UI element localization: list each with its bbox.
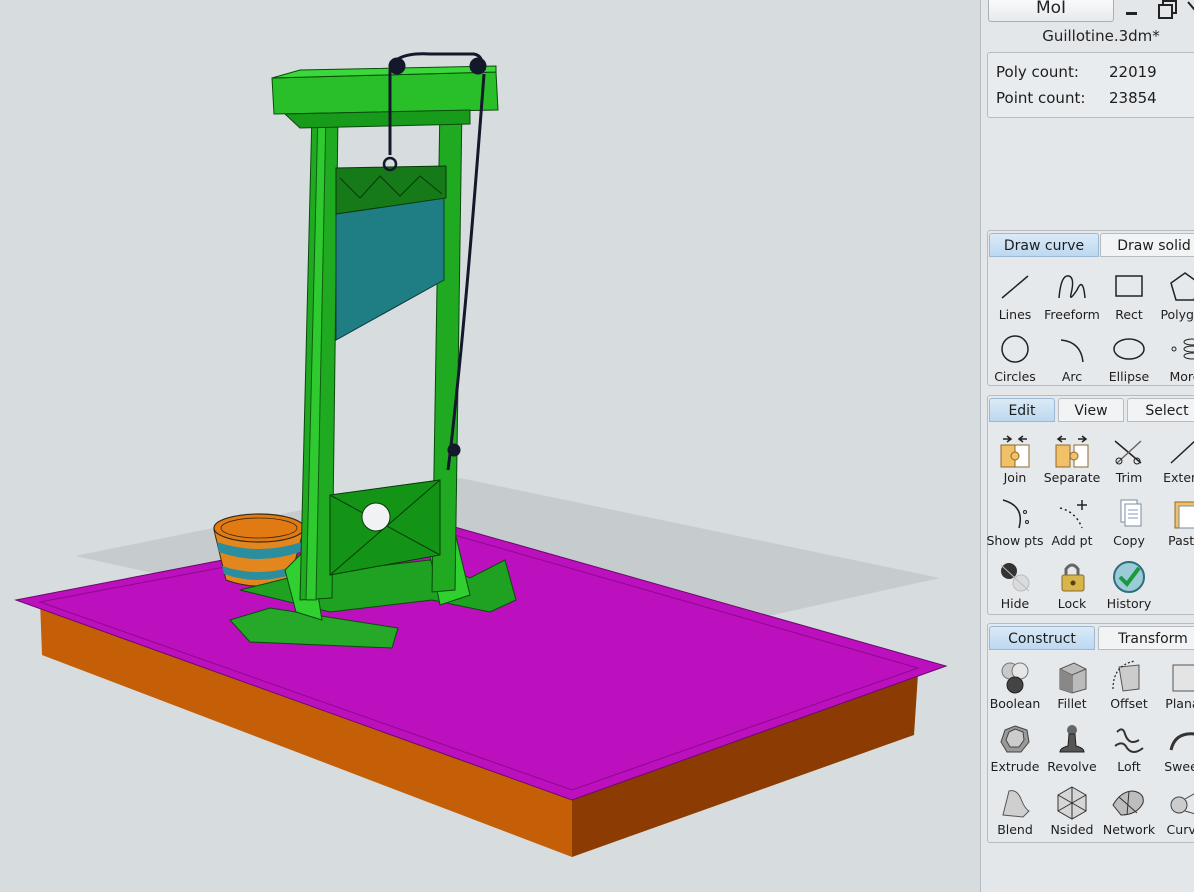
curve-icon	[1170, 793, 1194, 815]
3d-viewport[interactable]	[0, 0, 980, 892]
tool-label: Extend	[1163, 470, 1194, 485]
planar-icon	[1172, 664, 1194, 692]
blend-icon	[1002, 790, 1030, 818]
ellipse-icon	[1113, 338, 1145, 360]
tool-more[interactable]: More	[1156, 329, 1194, 391]
tool-label: Sweep	[1164, 759, 1194, 774]
rectangle-icon	[1115, 275, 1143, 297]
point-count-label: Point count:	[996, 89, 1086, 107]
lock-icon	[1061, 563, 1085, 592]
tool-extend[interactable]: Extend	[1156, 430, 1194, 492]
tool-add-pt[interactable]: Add pt	[1043, 493, 1101, 555]
join-icon	[1000, 435, 1030, 468]
boolean-icon	[1001, 662, 1029, 694]
tab-construct[interactable]: Construct	[989, 626, 1095, 650]
tool-show-pts[interactable]: Show pts	[986, 493, 1044, 555]
tool-polygon[interactable]: Polygon	[1156, 267, 1194, 329]
separate-icon	[1055, 435, 1089, 468]
tool-revolve[interactable]: Revolve	[1043, 719, 1101, 781]
more-shapes-icon	[1171, 338, 1194, 360]
tool-separate[interactable]: Separate	[1043, 430, 1101, 492]
tool-network[interactable]: Network	[1100, 782, 1158, 844]
history-icon	[1113, 561, 1145, 593]
file-name: Guillotine.3dm*	[1042, 27, 1160, 45]
construct-group: Construct Transform Boolean Fillet Offse…	[987, 623, 1194, 843]
circle-icon	[1001, 335, 1029, 363]
fillet-icon	[1059, 662, 1087, 694]
tool-curve[interactable]: Curve	[1156, 782, 1194, 844]
tab-draw-solid[interactable]: Draw solid	[1100, 233, 1194, 257]
point-count-value: 23854	[1109, 89, 1157, 107]
tab-transform[interactable]: Transform	[1098, 626, 1194, 650]
extend-icon	[1170, 440, 1194, 464]
guillotine-model	[14, 52, 948, 857]
tool-panel: MoI Guillotine.3dm* Poly count: 22019 Poi…	[980, 0, 1194, 892]
paste-icon	[1174, 501, 1194, 529]
tool-offset[interactable]: Offset	[1100, 656, 1158, 718]
poly-count-value: 22019	[1109, 63, 1157, 81]
network-icon	[1112, 790, 1144, 816]
tab-select[interactable]: Select	[1127, 398, 1194, 422]
tool-label: History	[1106, 596, 1152, 611]
revolve-icon	[1059, 725, 1085, 753]
tool-history[interactable]: History	[1100, 556, 1158, 618]
tool-sweep[interactable]: Sweep	[1156, 719, 1194, 781]
tool-lock[interactable]: Lock	[1043, 556, 1101, 618]
tool-boolean[interactable]: Boolean	[986, 656, 1044, 718]
stats-box: Poly count: 22019 Point count: 23854	[987, 52, 1194, 118]
add-point-icon	[1059, 500, 1087, 529]
polygon-icon	[1170, 272, 1194, 301]
draw-group: Draw curve Draw solid Lines Freeform Rec…	[987, 230, 1194, 386]
top-beam	[271, 65, 499, 129]
tool-label: Polygon	[1160, 307, 1194, 322]
tool-freeform[interactable]: Freeform	[1043, 267, 1101, 329]
line-icon	[1001, 275, 1029, 299]
tab-view[interactable]: View	[1058, 398, 1124, 422]
freeform-icon	[1058, 275, 1086, 299]
scissors-icon	[1114, 440, 1142, 465]
poly-count-row: Poly count: 22019	[996, 63, 1157, 81]
tab-draw-curve[interactable]: Draw curve	[989, 233, 1099, 257]
minimize-icon[interactable]	[1124, 0, 1140, 18]
tool-copy[interactable]: Copy	[1100, 493, 1158, 555]
tool-nsided[interactable]: Nsided	[1043, 782, 1101, 844]
loft-icon	[1114, 728, 1144, 753]
point-count-row: Point count: 23854	[996, 89, 1157, 107]
close-icon[interactable]	[1186, 0, 1194, 18]
hide-icon	[1000, 563, 1030, 592]
extrude-icon	[1000, 725, 1030, 753]
tab-edit[interactable]: Edit	[989, 398, 1055, 422]
offset-icon	[1112, 660, 1140, 692]
tool-join[interactable]: Join	[986, 430, 1044, 492]
tool-loft[interactable]: Loft	[1100, 719, 1158, 781]
edit-group: Edit View Select Join Separate Trim Exte…	[986, 395, 1194, 618]
tool-fillet[interactable]: Fillet	[1043, 656, 1101, 718]
sweep-icon	[1169, 732, 1194, 751]
moi-menu-button[interactable]: MoI	[988, 0, 1114, 22]
nsided-icon	[1057, 786, 1087, 820]
tool-blend[interactable]: Blend	[986, 782, 1044, 844]
blade	[335, 197, 445, 341]
tool-lines[interactable]: Lines	[986, 267, 1044, 329]
tool-label: Paste	[1168, 533, 1194, 548]
tool-trim[interactable]: Trim	[1100, 430, 1158, 492]
copy-icon	[1120, 499, 1142, 527]
tool-label: Curve	[1166, 822, 1194, 837]
tool-arc[interactable]: Arc	[1043, 329, 1101, 391]
tool-circles[interactable]: Circles	[986, 329, 1044, 391]
tool-rect[interactable]: Rect	[1100, 267, 1158, 329]
tool-paste[interactable]: Paste	[1156, 493, 1194, 555]
show-points-icon	[1002, 499, 1029, 529]
arc-icon	[1060, 339, 1084, 363]
tool-label: More	[1169, 369, 1194, 384]
tool-hide[interactable]: Hide	[986, 556, 1044, 618]
tool-extrude[interactable]: Extrude	[986, 719, 1044, 781]
tool-ellipse[interactable]: Ellipse	[1100, 329, 1158, 391]
poly-count-label: Poly count:	[996, 63, 1079, 81]
tool-planar[interactable]: Planar	[1156, 656, 1194, 718]
tool-label: Planar	[1165, 696, 1194, 711]
restore-icon[interactable]	[1156, 0, 1177, 19]
